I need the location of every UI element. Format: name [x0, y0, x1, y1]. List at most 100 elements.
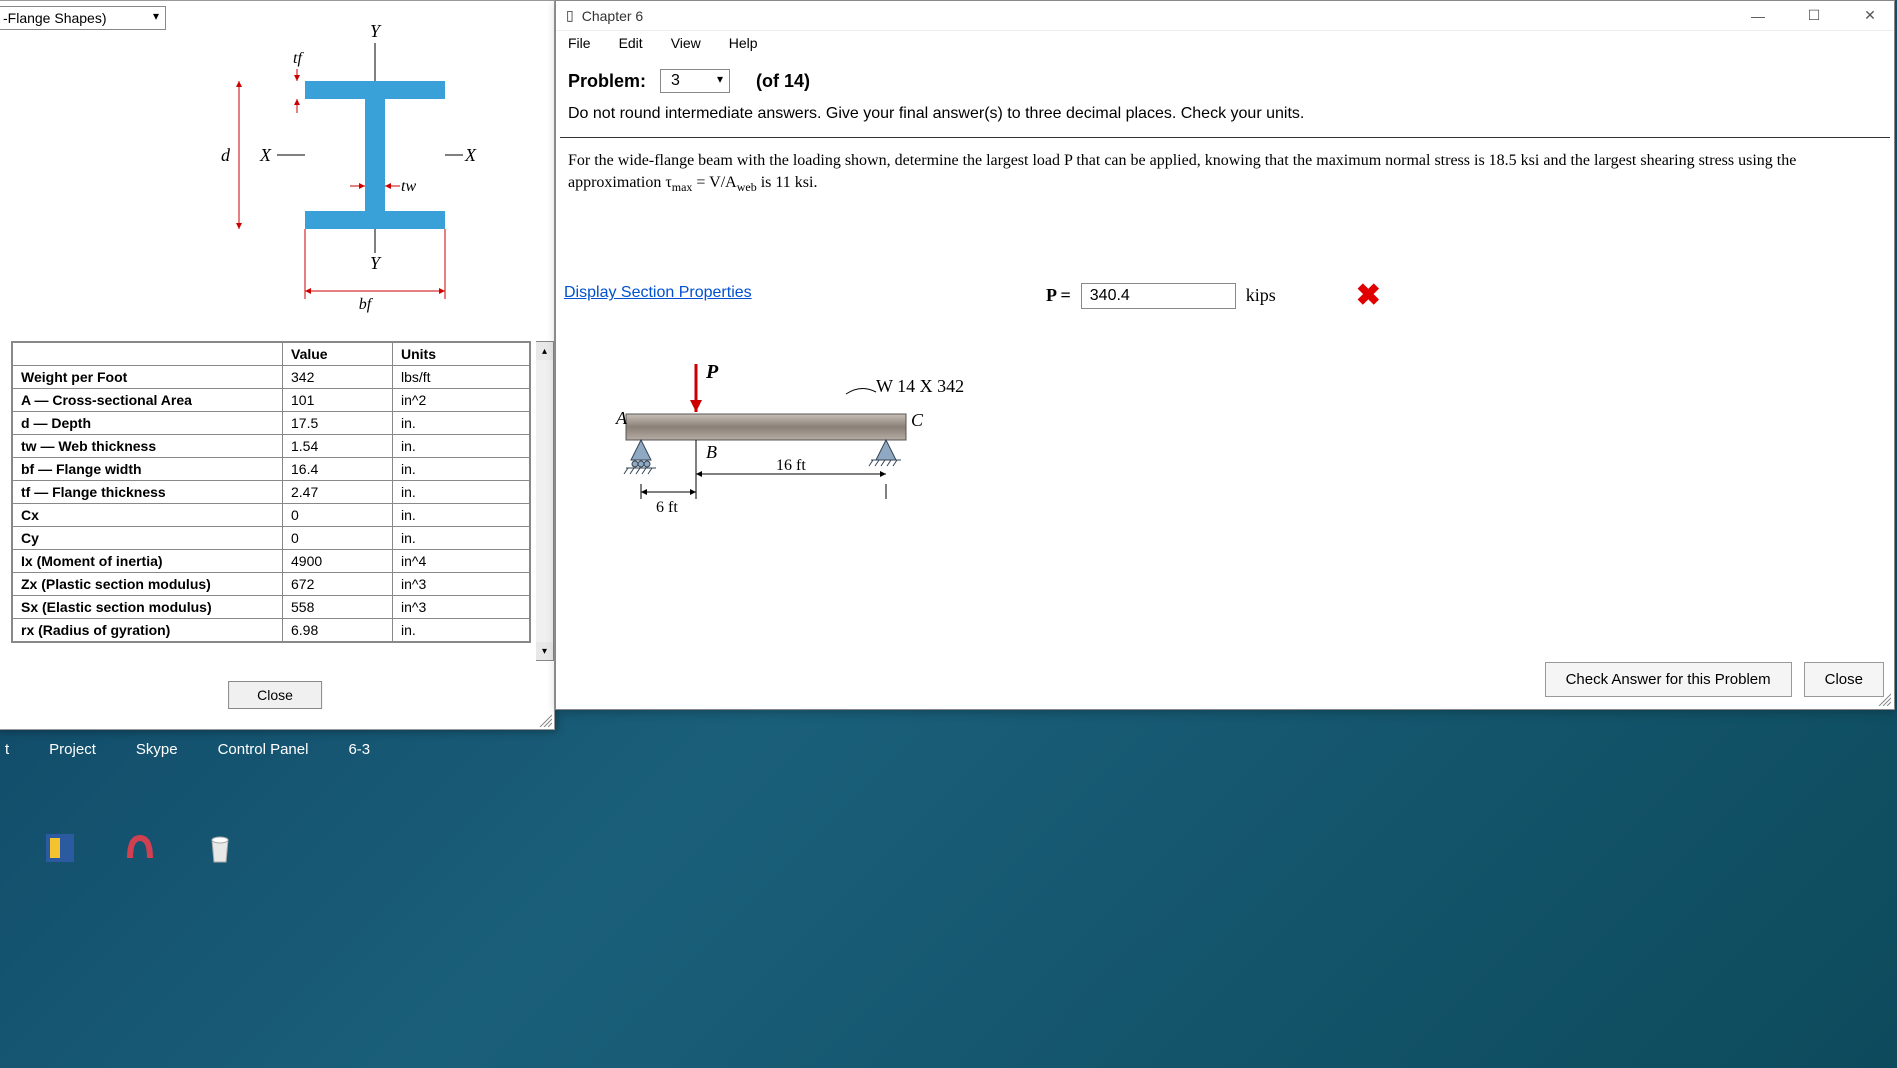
svg-text:16 ft: 16 ft [776, 457, 806, 474]
table-row: Ix (Moment of inertia)4900in^4 [13, 550, 530, 573]
properties-table: Value Units Weight per Foot342lbs/ftA — … [11, 341, 531, 643]
prop-units: in^3 [393, 573, 530, 596]
app-icon[interactable] [40, 828, 80, 868]
prop-units: in. [393, 504, 530, 527]
col-value: Value [283, 343, 393, 366]
prop-label: A — Cross-sectional Area [13, 389, 283, 412]
prop-value: 17.5 [283, 412, 393, 435]
prop-label: bf — Flange width [13, 458, 283, 481]
desktop-label[interactable]: Control Panel [218, 741, 309, 758]
svg-text:X: X [464, 145, 477, 165]
menu-edit[interactable]: Edit [619, 35, 643, 51]
table-row: rx (Radius of gyration)6.98in. [13, 619, 530, 642]
resize-grip-icon[interactable] [1877, 692, 1891, 706]
table-row: Weight per Foot342lbs/ft [13, 366, 530, 389]
incorrect-icon: ✖ [1356, 278, 1381, 313]
answer-label: P = [1046, 285, 1071, 306]
menu-help[interactable]: Help [729, 35, 758, 51]
resize-grip-icon[interactable] [538, 713, 552, 727]
desktop-shortcuts: t Project Skype Control Panel 6-3 [0, 741, 370, 758]
prop-units: in. [393, 435, 530, 458]
table-row: Zx (Plastic section modulus)672in^3 [13, 573, 530, 596]
prop-units: lbs/ft [393, 366, 530, 389]
prop-units: in. [393, 481, 530, 504]
prop-label: Sx (Elastic section modulus) [13, 596, 283, 619]
minimize-icon[interactable]: — [1740, 5, 1776, 27]
app-icon[interactable] [120, 828, 160, 868]
ibeam-diagram: Y Y X X d tf tw bf [166, 1, 554, 331]
table-row: Cy0in. [13, 527, 530, 550]
prop-value: 0 [283, 527, 393, 550]
prop-value: 342 [283, 366, 393, 389]
svg-text:P: P [705, 361, 719, 383]
desktop-label[interactable]: Project [49, 741, 96, 758]
scroll-down-icon[interactable]: ▾ [536, 642, 553, 660]
table-row: A — Cross-sectional Area101in^2 [13, 389, 530, 412]
svg-text:C: C [911, 410, 924, 430]
desktop-label[interactable]: t [5, 741, 9, 758]
menu-view[interactable]: View [671, 35, 701, 51]
close-button[interactable]: Close [1804, 662, 1884, 697]
close-icon[interactable]: ✕ [1852, 5, 1888, 27]
prop-units: in. [393, 458, 530, 481]
prop-value: 672 [283, 573, 393, 596]
svg-text:6 ft: 6 ft [656, 499, 678, 516]
svg-text:tw: tw [401, 178, 416, 195]
shape-select[interactable]: -Flange Shapes) [0, 6, 166, 30]
prop-units: in. [393, 412, 530, 435]
problem-statement: For the wide-flange beam with the loadin… [556, 142, 1894, 204]
recycle-bin-icon[interactable] [200, 828, 240, 868]
problem-label: Problem: [568, 71, 646, 92]
answer-input[interactable] [1081, 283, 1236, 309]
svg-text:tf: tf [293, 50, 304, 67]
close-button[interactable]: Close [228, 681, 322, 709]
prop-label: Zx (Plastic section modulus) [13, 573, 283, 596]
prop-units: in^2 [393, 389, 530, 412]
prop-label: rx (Radius of gyration) [13, 619, 283, 642]
prop-value: 6.98 [283, 619, 393, 642]
svg-text:Y: Y [370, 253, 382, 273]
prop-units: in. [393, 619, 530, 642]
svg-text:W 14 X 342: W 14 X 342 [876, 376, 964, 396]
section-properties-window: -Flange Shapes) Y Y X X d [0, 0, 555, 730]
prop-value: 4900 [283, 550, 393, 573]
svg-text:d: d [221, 145, 231, 165]
menu-bar: File Edit View Help [556, 31, 1894, 55]
col-units: Units [393, 343, 530, 366]
menu-file[interactable]: File [568, 35, 591, 51]
prop-label: tf — Flange thickness [13, 481, 283, 504]
desktop-label[interactable]: 6-3 [348, 741, 370, 758]
table-scrollbar[interactable]: ▴ ▾ [536, 341, 554, 661]
desktop-label[interactable]: Skype [136, 741, 178, 758]
app-icon: ▯ [566, 7, 574, 24]
svg-text:Y: Y [370, 21, 382, 41]
prop-value: 16.4 [283, 458, 393, 481]
prop-value: 101 [283, 389, 393, 412]
svg-text:X: X [259, 145, 272, 165]
scroll-up-icon[interactable]: ▴ [536, 342, 553, 360]
prop-label: Cx [13, 504, 283, 527]
answer-units: kips [1246, 285, 1276, 306]
window-title: Chapter 6 [582, 8, 643, 24]
table-row: Cx0in. [13, 504, 530, 527]
table-row: d — Depth17.5in. [13, 412, 530, 435]
prop-units: in. [393, 527, 530, 550]
prop-value: 1.54 [283, 435, 393, 458]
svg-text:bf: bf [359, 296, 374, 313]
maximize-icon[interactable]: ☐ [1796, 5, 1832, 27]
prop-label: d — Depth [13, 412, 283, 435]
beam-diagram: P W 14 X 342 [586, 344, 976, 567]
prop-label: Cy [13, 527, 283, 550]
instructions-text: Do not round intermediate answers. Give … [556, 97, 1894, 133]
chapter-window: ▯ Chapter 6 — ☐ ✕ File Edit View Help Pr… [555, 0, 1895, 710]
problem-select[interactable]: 3 [660, 69, 730, 93]
prop-label: tw — Web thickness [13, 435, 283, 458]
table-row: Sx (Elastic section modulus)558in^3 [13, 596, 530, 619]
display-section-properties-link[interactable]: Display Section Properties [564, 284, 752, 302]
prop-value: 0 [283, 504, 393, 527]
prop-value: 2.47 [283, 481, 393, 504]
prop-label: Weight per Foot [13, 366, 283, 389]
svg-text:B: B [706, 442, 717, 462]
table-row: tf — Flange thickness2.47in. [13, 481, 530, 504]
check-answer-button[interactable]: Check Answer for this Problem [1545, 662, 1792, 697]
